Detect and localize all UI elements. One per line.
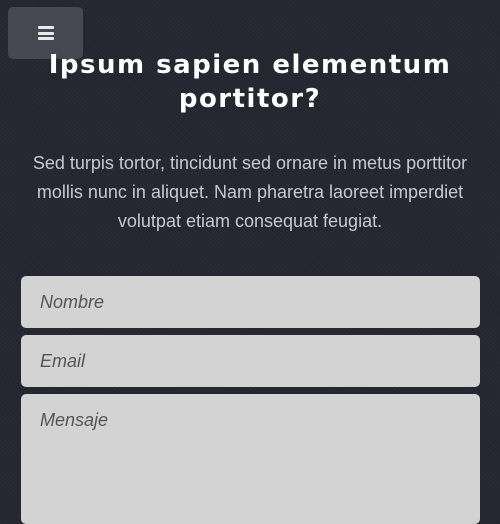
name-input[interactable] bbox=[21, 276, 480, 328]
page-title: Ipsum sapien elementum portitor? bbox=[48, 50, 452, 114]
email-input[interactable] bbox=[21, 335, 480, 387]
hamburger-menu-icon bbox=[37, 26, 54, 40]
intro-text: Sed turpis tortor, tincidunt sed ornare … bbox=[32, 153, 468, 231]
message-textarea[interactable] bbox=[21, 394, 480, 524]
